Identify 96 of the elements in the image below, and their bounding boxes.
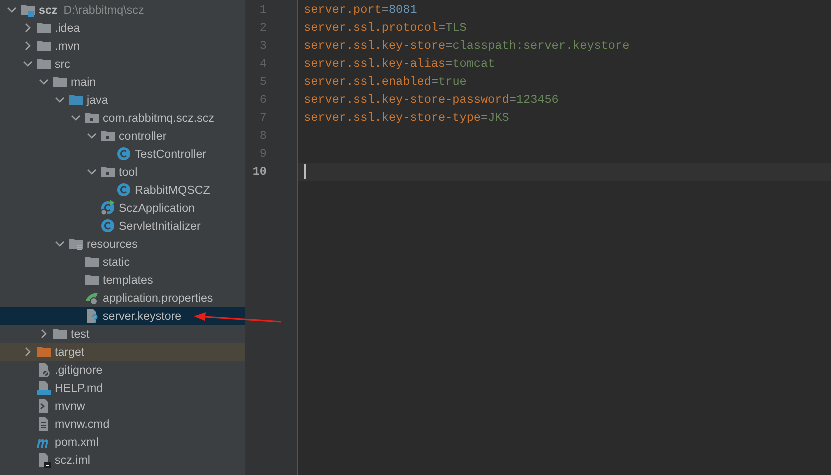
tree-item-label: target bbox=[55, 346, 85, 358]
tree-row[interactable]: src bbox=[0, 55, 245, 73]
tree-row[interactable]: mvnw.cmd bbox=[0, 415, 245, 433]
tree-item-label: ServletInitializer bbox=[119, 220, 201, 232]
chevron-down-icon[interactable] bbox=[87, 167, 97, 177]
tree-row[interactable]: scz.iml bbox=[0, 451, 245, 469]
tree-item-label: .idea bbox=[55, 22, 80, 34]
folder-icon bbox=[20, 2, 36, 18]
code-line: server.ssl.key-store=classpath:server.keystore bbox=[303, 38, 631, 55]
tree-item-label: main bbox=[71, 76, 96, 88]
code-line: server.port=8081 bbox=[303, 2, 418, 19]
package-folder-icon bbox=[100, 164, 116, 180]
chevron-right-icon[interactable] bbox=[23, 41, 33, 51]
tree-row[interactable]: com.rabbitmq.scz.scz bbox=[0, 109, 245, 127]
tree-row[interactable]: SczApplication bbox=[0, 199, 245, 217]
tree-row[interactable]: resources bbox=[0, 235, 245, 253]
tree-row[interactable]: ServletInitializer bbox=[0, 217, 245, 235]
tree-item-label: mvnw bbox=[55, 400, 86, 412]
tree-row[interactable]: java bbox=[0, 91, 245, 109]
tree-row[interactable]: application.properties bbox=[0, 289, 245, 307]
chevron-down-icon[interactable] bbox=[39, 77, 49, 87]
tree-item-label: scz.iml bbox=[55, 454, 90, 466]
line-number: 10 bbox=[252, 164, 268, 181]
folder-icon bbox=[36, 56, 52, 72]
tree-row[interactable]: mvnw bbox=[0, 397, 245, 415]
folder-icon bbox=[36, 20, 52, 36]
class-icon bbox=[100, 218, 116, 234]
resources-folder-icon bbox=[68, 236, 84, 252]
tree-row[interactable]: tool bbox=[0, 163, 245, 181]
folder-icon bbox=[36, 344, 52, 360]
chevron-down-icon[interactable] bbox=[87, 131, 97, 141]
tree-row[interactable]: controller bbox=[0, 127, 245, 145]
folder-icon bbox=[84, 272, 100, 288]
tree-item-label: .gitignore bbox=[55, 364, 103, 376]
tree-row[interactable]: target bbox=[0, 343, 245, 361]
chevron-down-icon[interactable] bbox=[55, 95, 65, 105]
tree-row[interactable]: .mvn bbox=[0, 37, 245, 55]
tree-item-label: HELP.md bbox=[55, 382, 104, 394]
tree-item-label: com.rabbitmq.scz.scz bbox=[103, 112, 214, 124]
tree-row[interactable]: RabbitMQSCZ bbox=[0, 181, 245, 199]
folder-icon bbox=[68, 92, 84, 108]
tree-row[interactable]: test bbox=[0, 325, 245, 343]
package-folder-icon bbox=[100, 128, 116, 144]
tree-item-label: static bbox=[103, 256, 130, 268]
tree-row[interactable]: server.keystore bbox=[0, 307, 245, 325]
tree-item-label: mvnw.cmd bbox=[55, 418, 110, 430]
tree-item-label: server.keystore bbox=[103, 310, 182, 322]
tree-item-label: templates bbox=[103, 274, 154, 286]
code-line: server.ssl.key-store-type=JKS bbox=[303, 110, 510, 127]
folder-icon bbox=[36, 38, 52, 54]
tree-item-label: controller bbox=[119, 130, 167, 142]
package-folder-icon bbox=[84, 110, 100, 126]
tree-row[interactable]: templates bbox=[0, 271, 245, 289]
tree-item-label: SczApplication bbox=[119, 202, 196, 214]
tree-row[interactable]: main bbox=[0, 73, 245, 91]
code-line: server.ssl.enabled=true bbox=[303, 74, 468, 91]
code-line: server.ssl.protocol=TLS bbox=[303, 20, 468, 37]
class-icon bbox=[100, 200, 116, 216]
tree-row[interactable]: .idea bbox=[0, 19, 245, 37]
text-cursor bbox=[304, 164, 306, 180]
tree-item-label: .mvn bbox=[55, 40, 80, 52]
file-icon bbox=[36, 452, 52, 468]
chevron-down-icon[interactable] bbox=[7, 5, 17, 15]
tree-row[interactable]: static bbox=[0, 253, 245, 271]
tree-item-label: TestController bbox=[135, 148, 207, 160]
tree-row[interactable]: HELP.md bbox=[0, 379, 245, 397]
chevron-down-icon[interactable] bbox=[55, 239, 65, 249]
tree-item-label: scz bbox=[39, 4, 58, 16]
leaf-icon bbox=[84, 290, 100, 306]
folder-icon bbox=[52, 74, 68, 90]
code-line: server.ssl.key-alias=tomcat bbox=[303, 56, 496, 73]
tree-item-label: tool bbox=[119, 166, 138, 178]
code-line: server.ssl.key-store-password=123456 bbox=[303, 92, 560, 109]
tree-row[interactable]: scz D:\rabbitmq\scz bbox=[0, 1, 245, 19]
tree-row[interactable]: .gitignore bbox=[0, 361, 245, 379]
chevron-right-icon[interactable] bbox=[23, 23, 33, 33]
tree-item-label: pom.xml bbox=[55, 436, 99, 448]
tree-item-label: test bbox=[71, 328, 90, 340]
chevron-right-icon[interactable] bbox=[23, 347, 33, 357]
class-icon bbox=[116, 182, 132, 198]
unknown-file-icon bbox=[84, 308, 100, 324]
tree-item-label: src bbox=[55, 58, 70, 70]
tree-item-label: application.properties bbox=[103, 292, 214, 304]
class-icon bbox=[116, 146, 132, 162]
file-icon bbox=[36, 362, 52, 378]
tree-item-label: RabbitMQSCZ bbox=[135, 184, 210, 196]
chevron-down-icon[interactable] bbox=[71, 113, 81, 123]
tree-item-label: java bbox=[87, 94, 108, 106]
folder-icon bbox=[84, 254, 100, 270]
markdown-file-icon bbox=[36, 380, 52, 396]
tree-row[interactable]: pom.xml bbox=[0, 433, 245, 451]
chevron-right-icon[interactable] bbox=[39, 329, 49, 339]
chevron-down-icon[interactable] bbox=[23, 59, 33, 69]
tree-item-label: resources bbox=[87, 238, 138, 250]
project-path: D:\rabbitmq\scz bbox=[64, 4, 144, 16]
tree-row[interactable]: TestController bbox=[0, 145, 245, 163]
